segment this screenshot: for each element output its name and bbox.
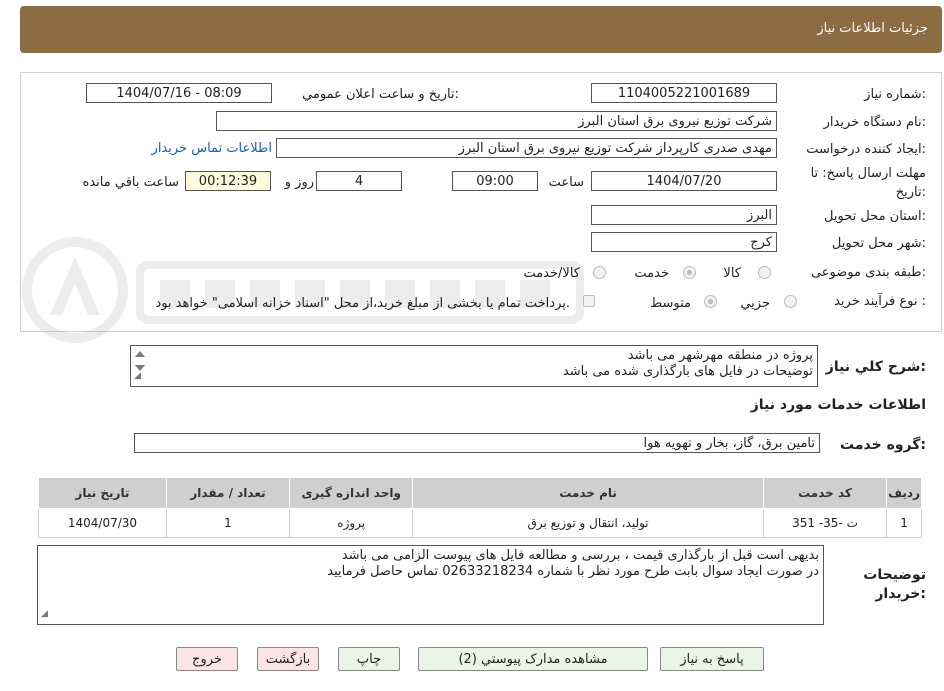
services-table: رديف کد خدمت نام خدمت واحد اندازه گيری ت… xyxy=(38,477,922,538)
city-label: شهر محل تحويل: xyxy=(831,236,926,251)
print-button[interactable]: چاپ xyxy=(338,647,400,671)
cell-need-date: 1404/07/30 xyxy=(38,508,167,538)
process-option-minor: جزيي xyxy=(740,296,770,311)
remaining-time-field: 00:12:39 xyxy=(185,171,271,191)
col-need-date: تاريخ نياز xyxy=(38,477,167,509)
need-number-field: 1104005221001689 xyxy=(591,83,777,103)
resize-handle-icon[interactable]: ◢ xyxy=(41,606,48,622)
category-radio-goods-service[interactable] xyxy=(593,266,606,279)
category-label: طبقه بندی موضوعی: xyxy=(810,265,926,280)
exit-button[interactable]: خروج xyxy=(176,647,238,671)
deadline-time-field: 09:00 xyxy=(452,171,538,191)
cell-row: 1 xyxy=(886,508,922,538)
col-service-code: کد خدمت xyxy=(762,477,888,509)
process-option-medium: متوسط xyxy=(650,296,691,311)
payment-note: پرداخت تمام يا بخشی از مبلغ خريد،از محل … xyxy=(155,296,570,311)
requester-label: ايجاد کننده درخواست: xyxy=(806,142,926,157)
reply-button[interactable]: پاسخ به نياز xyxy=(660,647,764,671)
description-line-1: پروژه در منطقه مهرشهر می باشد xyxy=(627,348,813,363)
category-radio-goods[interactable] xyxy=(758,266,771,279)
table-row: 1 ت -35- 351 تولید، انتقال و توزیع برق پ… xyxy=(38,508,922,538)
buyer-contact-link[interactable]: اطلاعات تماس خريدار xyxy=(152,141,272,156)
col-service-name: نام خدمت xyxy=(412,477,764,509)
description-textarea[interactable]: پروژه در منطقه مهرشهر می باشد توضیحات در… xyxy=(130,345,818,387)
category-option-goods-service: کالا/خدمت xyxy=(523,266,580,281)
buyer-notes-label-2: خريدار: xyxy=(875,586,926,602)
description-label: شرح كلي نياز: xyxy=(825,359,926,375)
page-title: جزئيات اطلاعات نياز xyxy=(817,21,928,36)
buyer-notes-line-2: در صورت ایجاد سوال بابت طرح مورد نظر با … xyxy=(327,564,819,579)
category-option-service: خدمت xyxy=(634,266,669,281)
cell-service-code: ت -35- 351 xyxy=(762,508,888,538)
back-button[interactable]: بازگشت xyxy=(257,647,319,671)
category-option-goods: کالا xyxy=(723,266,741,281)
deadline-label: مهلت ارسال پاسخ: تا xyxy=(810,166,926,181)
service-group-field: تامين برق، گاز، بخار و تهويه هوا xyxy=(134,433,820,453)
col-row: رديف xyxy=(886,477,922,509)
category-radio-service[interactable] xyxy=(683,266,696,279)
description-line-2: توضیحات در فایل های بارگذاری شده می باشد xyxy=(562,364,813,379)
view-attachments-button[interactable]: مشاهده مدارک پيوستي (2) xyxy=(418,647,648,671)
cell-service-name: تولید، انتقال و توزیع برق xyxy=(412,508,764,538)
buyer-org-field: شرکت توزیع نیروی برق استان البرز xyxy=(216,111,777,131)
cell-unit: پروژه xyxy=(289,508,414,538)
col-unit: واحد اندازه گيری xyxy=(289,477,414,509)
days-label: روز و xyxy=(284,175,314,190)
cell-quantity: 1 xyxy=(165,508,291,538)
deadline-label-date: تاريخ: xyxy=(895,185,926,200)
announce-label: تاريخ و ساعت اعلان عمومي: xyxy=(302,87,459,102)
need-number-label: شماره نياز: xyxy=(864,87,926,102)
buyer-notes-label: توضيحات xyxy=(863,567,926,583)
city-field: کرج xyxy=(591,232,777,252)
remaining-label: ساعت باقي مانده xyxy=(82,175,179,190)
province-field: البرز xyxy=(591,205,777,225)
process-label: نوع فرآيند خريد : xyxy=(834,294,926,309)
province-label: استان محل تحويل: xyxy=(824,209,926,224)
service-group-label: گروه خدمت: xyxy=(840,437,926,453)
process-radio-medium[interactable] xyxy=(704,295,717,308)
deadline-date-field: 1404/07/20 xyxy=(591,171,777,191)
treasury-checkbox[interactable] xyxy=(583,295,595,307)
col-quantity: تعداد / مقدار xyxy=(165,477,291,509)
time-label: ساعت xyxy=(548,175,584,190)
process-radio-minor[interactable] xyxy=(784,295,797,308)
buyer-org-label: نام دستگاه خريدار: xyxy=(823,115,926,130)
services-section-title: اطلاعات خدمات مورد نياز xyxy=(750,397,926,413)
announce-field: 1404/07/16 - 08:09 xyxy=(86,83,272,103)
buyer-notes-textarea[interactable]: بدیهی است قبل از بارگذاری قیمت ، بررسی و… xyxy=(37,545,824,625)
resize-handle-icon[interactable]: ◢ xyxy=(134,368,141,384)
page-header: جزئيات اطلاعات نياز xyxy=(20,6,942,53)
table-header-row: رديف کد خدمت نام خدمت واحد اندازه گيری ت… xyxy=(38,477,922,509)
buyer-notes-line-1: بدیهی است قبل از بارگذاری قیمت ، بررسی و… xyxy=(341,548,819,563)
requester-field: مهدی صدری کارپرداز شرکت توزیع نیروی برق … xyxy=(276,138,777,158)
days-field: 4 xyxy=(316,171,402,191)
